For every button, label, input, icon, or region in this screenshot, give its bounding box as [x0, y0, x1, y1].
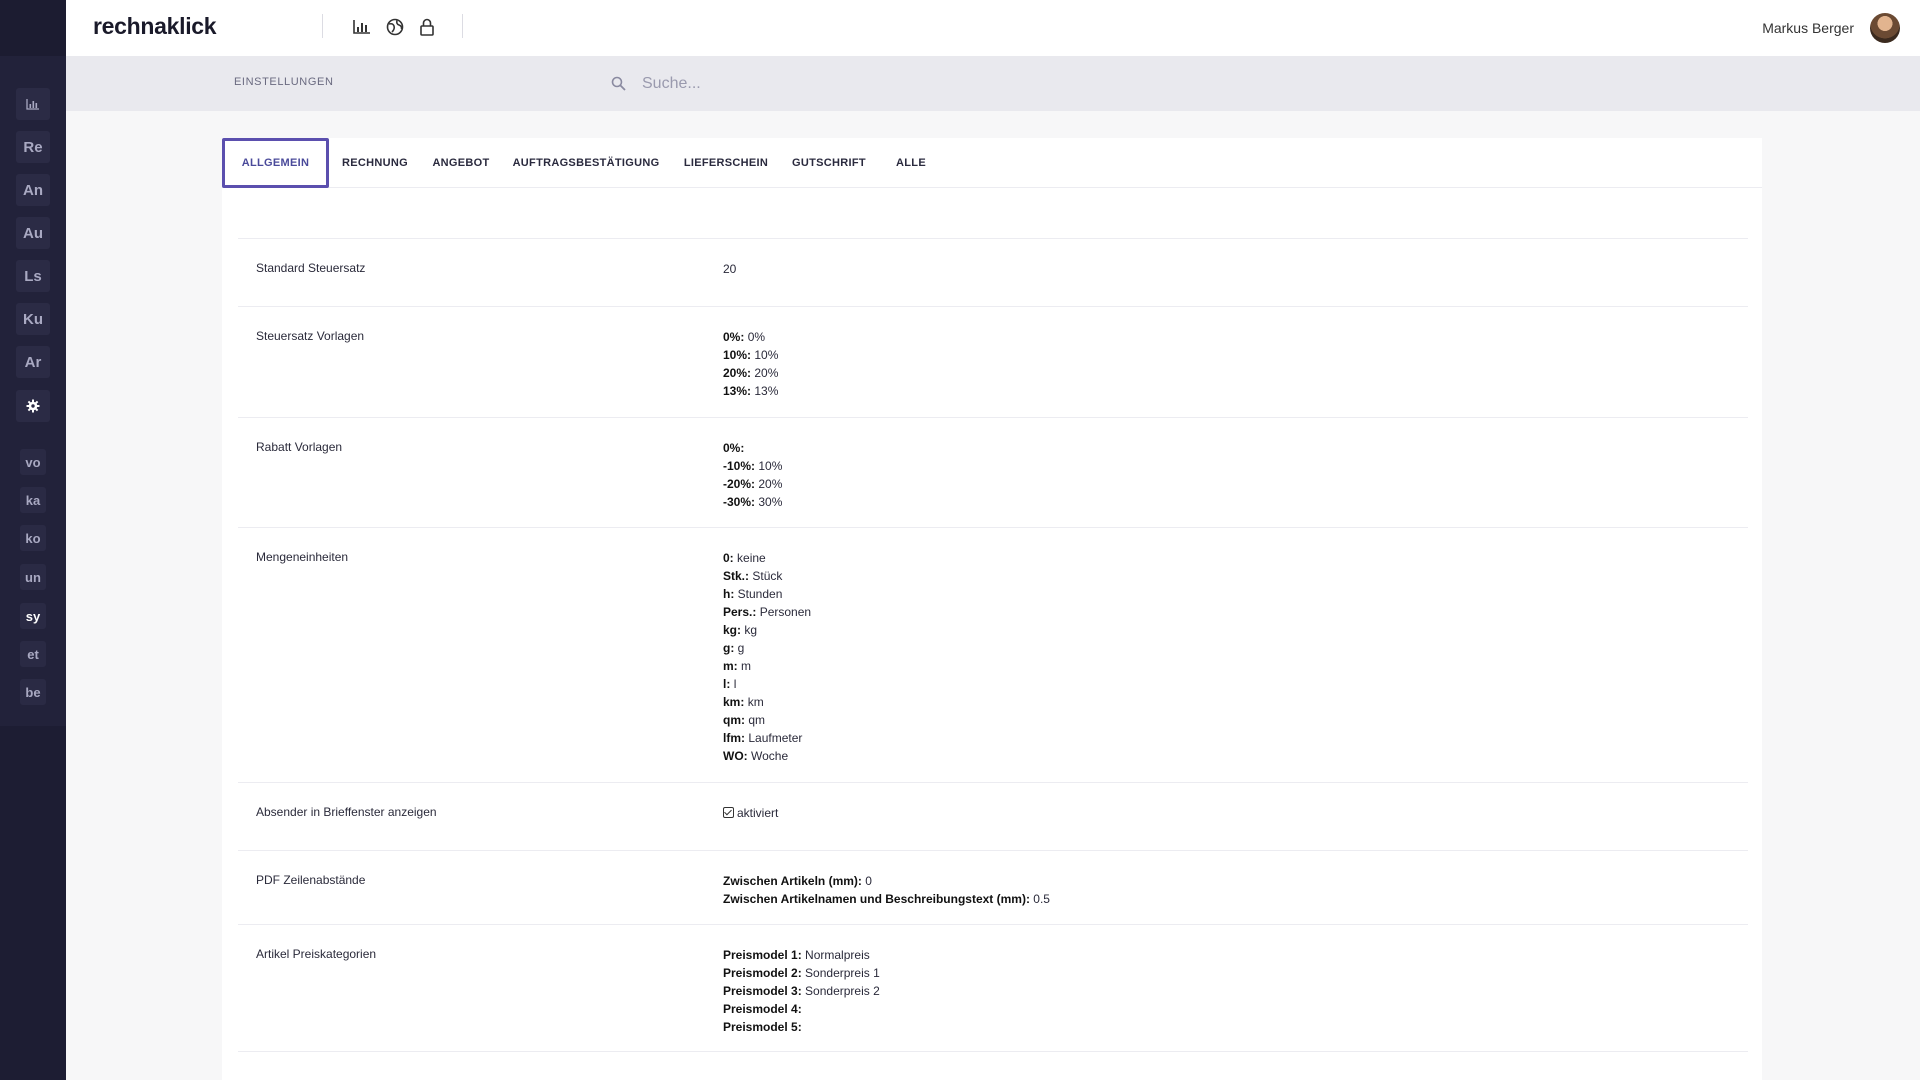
setting-label: PDF Zeilenabstände — [256, 873, 366, 887]
list-item: Preismodel 1: Normalpreis — [723, 948, 870, 962]
sidebar-subitem-sy[interactable]: sy — [20, 603, 46, 629]
setting-row-standard-tax[interactable]: Standard Steuersatz 20 — [238, 238, 1748, 306]
avatar[interactable] — [1870, 13, 1900, 43]
list-item: -10%: 10% — [723, 459, 783, 473]
stats-icon[interactable] — [351, 16, 373, 38]
setting-label: Rabatt Vorlagen — [256, 440, 343, 454]
setting-label: Steuersatz Vorlagen — [256, 329, 365, 343]
sidebar-item-ls[interactable]: Ls — [16, 260, 50, 292]
search-icon — [611, 76, 626, 91]
sidebar-item-dashboard[interactable] — [16, 88, 50, 120]
setting-row-sender-window[interactable]: Absender in Brieffenster anzeigen aktivi… — [238, 782, 1748, 850]
checkbox-checked-icon — [723, 807, 734, 818]
tab-alle[interactable]: ALLE — [877, 138, 945, 188]
list-item: Preismodel 3: Sonderpreis 2 — [723, 984, 880, 998]
chart-icon — [26, 99, 39, 110]
sidebar-item-ku[interactable]: Ku — [16, 303, 50, 335]
search-input[interactable] — [642, 68, 1142, 100]
list-item: Zwischen Artikeln (mm): 0 — [723, 874, 872, 888]
sidebar-subitem-ka[interactable]: ka — [20, 487, 46, 513]
list-item: -20%: 20% — [723, 477, 783, 491]
sidebar-subitem-ko[interactable]: ko — [20, 525, 46, 551]
list-item: kg: kg — [723, 623, 758, 637]
lock-icon[interactable] — [416, 16, 438, 38]
list-item: h: Stunden — [723, 587, 783, 601]
list-item: Preismodel 4: — [723, 1002, 802, 1016]
sidebar-item-an[interactable]: An — [16, 174, 50, 206]
tab-lieferschein[interactable]: LIEFERSCHEIN — [671, 138, 781, 188]
setting-row-pdf-spacing[interactable]: PDF Zeilenabstände Zwischen Artikeln (mm… — [238, 850, 1748, 924]
sidebar-subitem-be[interactable]: be — [20, 679, 46, 705]
settings-list: Standard Steuersatz 20 Steuersatz Vorlag… — [238, 238, 1748, 1052]
user-name[interactable]: Markus Berger — [1762, 20, 1854, 36]
tab-bar: ALLGEMEIN RECHNUNG ANGEBOT AUFTRAGSBESTÄ… — [222, 138, 1762, 188]
list-item: m: m — [723, 659, 752, 673]
setting-row-discount-templates[interactable]: Rabatt Vorlagen 0%: -10%: 10% -20%: 20% … — [238, 417, 1748, 527]
sidebar: Re An Au Ls Ku Ar vo ka ko un sy et be — [0, 0, 66, 1080]
setting-label: Artikel Preiskategorien — [256, 947, 377, 961]
sidebar-top — [0, 0, 66, 56]
list-item: g: g — [723, 641, 745, 655]
tab-angebot[interactable]: ANGEBOT — [421, 138, 501, 188]
setting-value: 0%: -10%: 10% -20%: 20% -30%: 30% — [723, 439, 782, 511]
setting-row-price-categories[interactable]: Artikel Preiskategorien Preismodel 1: No… — [238, 924, 1748, 1052]
tab-gutschrift[interactable]: GUTSCHRIFT — [781, 138, 877, 188]
setting-value: Preismodel 1: Normalpreis Preismodel 2: … — [723, 946, 880, 1036]
setting-value: 20 — [723, 262, 737, 276]
setting-value: aktiviert — [723, 804, 778, 822]
sidebar-item-ar[interactable]: Ar — [16, 346, 50, 378]
globe-icon[interactable] — [384, 16, 406, 38]
list-item: 0: keine — [723, 551, 766, 565]
sidebar-lower — [0, 726, 66, 1080]
page-title: EINSTELLUNGEN — [234, 76, 334, 88]
setting-row-tax-templates[interactable]: Steuersatz Vorlagen 0%: 0% 10%: 10% 20%:… — [238, 306, 1748, 417]
list-item: lfm: Laufmeter — [723, 731, 803, 745]
settings-panel: ALLGEMEIN RECHNUNG ANGEBOT AUFTRAGSBESTÄ… — [222, 138, 1762, 1080]
list-item: Zwischen Artikelnamen und Beschreibungst… — [723, 892, 1050, 906]
list-item: qm: qm — [723, 713, 766, 727]
sidebar-subitem-un[interactable]: un — [20, 564, 46, 590]
sidebar-subitem-et[interactable]: et — [20, 641, 46, 667]
list-item: Preismodel 2: Sonderpreis 1 — [723, 966, 880, 980]
sidebar-item-au[interactable]: Au — [16, 217, 50, 249]
list-item: WO: Woche — [723, 749, 789, 763]
tab-allgemein[interactable]: ALLGEMEIN — [222, 138, 329, 188]
setting-value: 0: keine Stk.: Stück h: Stunden Pers.: P… — [723, 549, 811, 765]
brand-logo[interactable]: rechnaklick — [93, 13, 217, 40]
checkbox-label: aktiviert — [737, 806, 779, 820]
sidebar-item-settings[interactable] — [16, 390, 50, 422]
list-item: Preismodel 5: — [723, 1020, 802, 1034]
sidebar-subitem-vo[interactable]: vo — [20, 449, 46, 475]
list-item: 10%: 10% — [723, 348, 779, 362]
list-item: 13%: 13% — [723, 384, 779, 398]
sidebar-item-re[interactable]: Re — [16, 131, 50, 163]
top-header: rechnaklick Markus Berger — [66, 0, 1920, 56]
setting-label: Absender in Brieffenster anzeigen — [256, 805, 437, 819]
list-item: km: km — [723, 695, 764, 709]
list-item: Pers.: Personen — [723, 605, 812, 619]
list-item: 0%: — [723, 441, 745, 455]
setting-label: Standard Steuersatz — [256, 261, 366, 275]
list-item: 0%: 0% — [723, 330, 766, 344]
gear-icon — [26, 399, 40, 413]
setting-row-units[interactable]: Mengeneinheiten 0: keine Stk.: Stück h: … — [238, 527, 1748, 782]
header-divider — [322, 14, 323, 38]
tab-auftragsbestaetigung[interactable]: AUFTRAGSBESTÄTIGUNG — [501, 138, 671, 188]
setting-value: Zwischen Artikeln (mm): 0 Zwischen Artik… — [723, 872, 1050, 908]
list-item: l: l — [723, 677, 737, 691]
header-divider — [462, 14, 463, 38]
setting-label: Mengeneinheiten — [256, 550, 349, 564]
sub-header: EINSTELLUNGEN — [66, 56, 1920, 111]
setting-value: 0%: 0% 10%: 10% 20%: 20% 13%: 13% — [723, 328, 778, 400]
tab-rechnung[interactable]: RECHNUNG — [329, 138, 421, 188]
list-item: 20%: 20% — [723, 366, 779, 380]
list-item: Stk.: Stück — [723, 569, 783, 583]
list-item: -30%: 30% — [723, 495, 783, 509]
